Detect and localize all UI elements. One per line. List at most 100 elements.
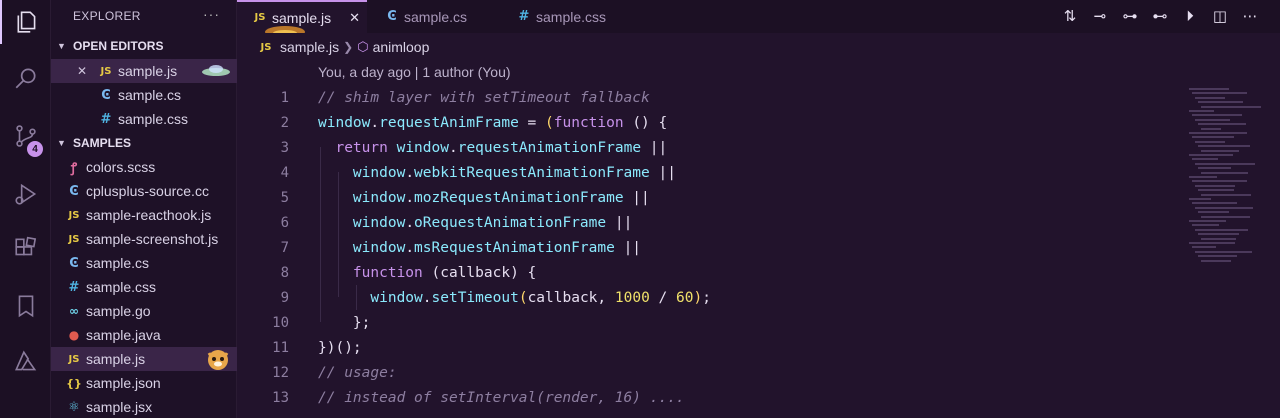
code-line: 9 window.setTimeout(callback, 1000 / 60)… <box>237 285 1137 310</box>
samples-label: SAMPLES <box>73 136 132 150</box>
line-number: 12 <box>272 364 289 381</box>
code-text: window.mozRequestAnimationFrame || <box>352 189 650 206</box>
minimap-line <box>1195 162 1255 165</box>
file-item[interactable]: ⚛ sample.jsx <box>51 395 237 418</box>
activity-bar: 4 <box>0 0 51 418</box>
code-text: function (callback) { <box>352 264 537 281</box>
go-file-icon: ∞ <box>69 304 79 318</box>
code-text: })(); <box>318 339 362 356</box>
minimap-line <box>1189 110 1214 112</box>
code-line: 3 return window.requestAnimationFrame || <box>237 135 1137 160</box>
file-item[interactable]: ● sample.java <box>51 323 237 347</box>
tab-sample-css[interactable]: # sample.css <box>501 0 641 33</box>
scss-file-icon: ꝭ <box>70 161 78 176</box>
minimap-line <box>1195 206 1253 209</box>
open-editor-item[interactable]: ✕ JS sample.js <box>51 59 237 83</box>
js-file-icon: JS <box>260 41 272 53</box>
minimap-line <box>1192 114 1242 117</box>
file-label: sample.jsx <box>86 399 153 415</box>
open-editors-label: OPEN EDITORS <box>73 39 164 53</box>
open-editors-header[interactable]: ▼ OPEN EDITORS <box>51 35 237 57</box>
file-item[interactable]: Ͼ sample.cs <box>51 251 237 275</box>
json-file-icon: {} <box>66 376 82 390</box>
open-editor-item[interactable]: # sample.css <box>51 107 237 131</box>
bookmark-icon[interactable] <box>0 284 51 328</box>
file-item[interactable]: JS sample-reacthook.js <box>51 203 237 227</box>
git-commit-icon[interactable]: ⊸ <box>1090 6 1110 26</box>
line-number: 7 <box>280 239 289 256</box>
line-number: 3 <box>280 139 289 156</box>
minimap[interactable] <box>1189 88 1264 268</box>
open-editor-item[interactable]: Ͼ sample.cs <box>51 83 237 107</box>
minimap-line <box>1189 198 1211 200</box>
minimap-line <box>1198 101 1243 104</box>
run-icon[interactable]: ⏵ <box>1180 6 1200 26</box>
minimap-line <box>1198 145 1250 148</box>
run-debug-icon[interactable] <box>0 172 51 216</box>
file-item[interactable]: JS sample-screenshot.js <box>51 227 237 251</box>
file-label: sample.css <box>118 111 189 127</box>
code-text: // usage: <box>318 364 397 381</box>
code-line: 2 window.requestAnimFrame = (function ()… <box>237 110 1137 135</box>
file-label: sample.cs <box>118 87 182 103</box>
previous-change-icon[interactable]: ⊶ <box>1120 6 1140 26</box>
next-change-icon[interactable]: ⊷ <box>1150 6 1170 26</box>
editor-actions: ⇅ ⊸ ⊶ ⊷ ⏵ ◫ ⋯ <box>1060 6 1260 26</box>
more-actions-icon[interactable]: ⋯ <box>1240 6 1260 26</box>
minimap-line <box>1192 92 1247 95</box>
chevron-down-icon: ▼ <box>57 41 66 51</box>
minimap-line <box>1192 224 1219 227</box>
file-item[interactable]: ꝭ colors.scss <box>51 155 237 179</box>
close-icon[interactable]: ✕ <box>77 64 91 78</box>
minimap-line <box>1195 250 1252 253</box>
file-item[interactable]: ∞ sample.go <box>51 299 237 323</box>
search-icon[interactable] <box>0 56 51 100</box>
code-line: 11 })(); <box>237 335 1137 360</box>
breadcrumb-file[interactable]: sample.js <box>280 39 339 55</box>
compare-changes-icon[interactable]: ⇅ <box>1060 6 1080 26</box>
ufo-cat-icon <box>202 65 230 76</box>
line-number: 11 <box>272 339 289 356</box>
tab-sample-cs[interactable]: Ͼ sample.cs <box>369 0 501 33</box>
minimap-line <box>1189 242 1235 244</box>
breadcrumb-symbol[interactable]: animloop <box>373 39 430 55</box>
minimap-line <box>1198 167 1231 170</box>
minimap-line <box>1201 171 1248 174</box>
more-actions-icon[interactable]: ··· <box>203 6 220 22</box>
code-text: return window.requestAnimationFrame || <box>335 139 668 156</box>
samples-folder-header[interactable]: ▼ SAMPLES <box>51 132 237 154</box>
file-item[interactable]: {} sample.json <box>51 371 237 395</box>
minimap-line <box>1201 259 1231 262</box>
tab-sample-js[interactable]: JS sample.js ✕ <box>237 0 367 35</box>
close-icon[interactable]: ✕ <box>349 10 360 26</box>
file-label: sample.js <box>118 63 178 79</box>
split-editor-icon[interactable]: ◫ <box>1210 6 1230 26</box>
minimap-line <box>1198 189 1234 192</box>
explorer-sidebar: EXPLORER ··· ▼ OPEN EDITORS ✕ JS sample.… <box>51 0 237 418</box>
azure-icon[interactable] <box>0 340 51 384</box>
code-line: 6 window.oRequestAnimationFrame || <box>237 210 1137 235</box>
file-label: colors.scss <box>86 159 156 175</box>
explorer-icon[interactable] <box>0 0 51 44</box>
file-item[interactable]: Ͼ cplusplus-source.cc <box>51 179 237 203</box>
code-line: 5 window.mozRequestAnimationFrame || <box>237 185 1137 210</box>
file-item[interactable]: # sample.css <box>51 275 237 299</box>
file-item-selected[interactable]: JS sample.js <box>51 347 237 371</box>
minimap-line <box>1192 136 1234 139</box>
minimap-line <box>1201 105 1261 108</box>
codelens-blame[interactable]: You, a day ago | 1 author (You) <box>318 64 511 80</box>
code-editor[interactable]: JS sample.js ❯ ⬡ animloop You, a day ago… <box>237 33 1280 418</box>
code-text: // shim layer with setTimeout fallback <box>318 89 650 106</box>
file-label: sample.cs <box>86 255 150 271</box>
extensions-icon[interactable] <box>0 226 51 270</box>
source-control-icon[interactable]: 4 <box>0 114 51 158</box>
minimap-line <box>1201 127 1221 130</box>
code-text: window.setTimeout(callback, 1000 / 60); <box>370 289 711 306</box>
minimap-line <box>1201 215 1250 218</box>
line-number: 8 <box>280 264 289 281</box>
css-file-icon: # <box>100 111 112 127</box>
code-text: }; <box>318 314 371 331</box>
chevron-right-icon: ❯ <box>343 40 354 54</box>
tab-label: sample.cs <box>404 8 468 25</box>
cat-icon <box>207 350 229 370</box>
